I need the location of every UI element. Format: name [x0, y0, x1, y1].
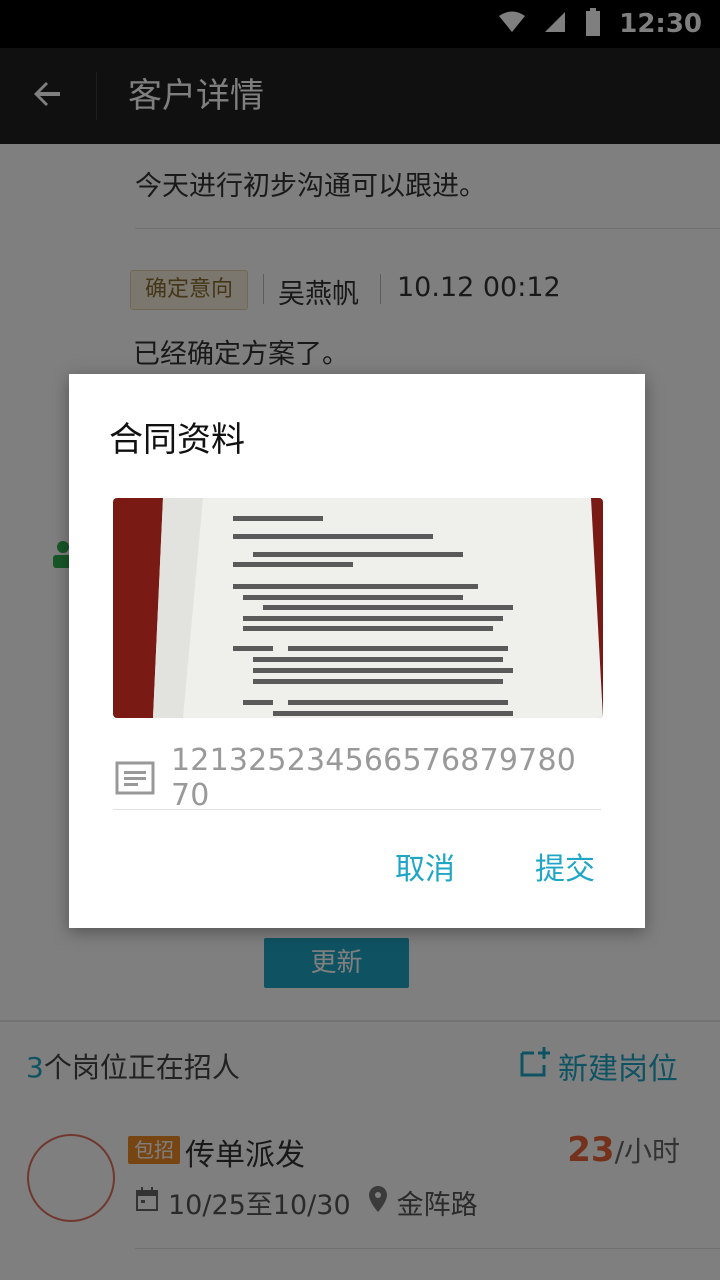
- contract-number-field[interactable]: 121325234566576879780 70: [171, 743, 601, 813]
- submit-button[interactable]: 提交: [535, 844, 595, 888]
- cancel-button[interactable]: 取消: [395, 844, 455, 888]
- contract-number-underline: [113, 809, 601, 810]
- contract-image[interactable]: [113, 498, 603, 718]
- contract-number-row[interactable]: 121325234566576879780 70: [113, 743, 601, 813]
- dialog-title: 合同资料: [109, 420, 245, 460]
- contract-dialog: 合同资料 121325234566576879780 70 取消 提交: [69, 374, 645, 928]
- document-icon: [115, 761, 157, 795]
